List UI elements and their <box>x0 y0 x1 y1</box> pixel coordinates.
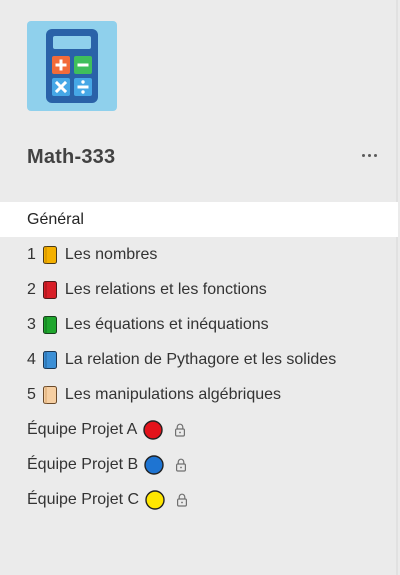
channel-equipe-projet-b[interactable]: Équipe Projet B <box>0 447 398 482</box>
channel-label: Équipe Projet A <box>27 420 138 438</box>
channel-number: 5 <box>27 385 36 403</box>
channel-label: Équipe Projet B <box>27 455 139 473</box>
book-icon <box>42 245 57 264</box>
channel-label: La relation de Pythagore et les solides <box>64 350 337 368</box>
channel-general[interactable]: Général <box>0 202 398 237</box>
channel-les-nombres[interactable]: 1 Les nombres <box>0 237 398 272</box>
red-circle-icon <box>143 419 163 440</box>
channel-label: Les relations et les fonctions <box>64 280 267 298</box>
channel-number: 1 <box>27 245 36 263</box>
channel-label: Les manipulations algébriques <box>64 385 282 403</box>
channel-equipe-projet-c[interactable]: Équipe Projet C <box>0 482 398 517</box>
yellow-circle-icon <box>145 489 165 510</box>
channel-equipe-projet-a[interactable]: Équipe Projet A <box>0 412 398 447</box>
more-dot <box>367 153 371 157</box>
channel-label: Équipe Projet C <box>27 490 140 508</box>
book-icon <box>42 385 57 404</box>
team-name: Math-333 <box>27 146 116 168</box>
team-channel-panel: Math-333 Général 1 Les nombres 2 Les rel… <box>0 0 398 575</box>
channel-list: Général 1 Les nombres 2 Les relations et… <box>0 202 398 517</box>
channel-label: Général <box>27 210 84 228</box>
channel-label: Les équations et inéquations <box>64 315 269 333</box>
channel-number: 4 <box>27 350 36 368</box>
book-icon <box>42 315 57 334</box>
channel-label: Les nombres <box>64 245 158 263</box>
lock-icon <box>175 423 186 437</box>
channel-pythagore-solides[interactable]: 4 La relation de Pythagore et les solide… <box>0 342 398 377</box>
channel-manipulations-algebriques[interactable]: 5 Les manipulations algébriques <box>0 377 398 412</box>
channel-number: 2 <box>27 280 36 298</box>
channel-relations-fonctions[interactable]: 2 Les relations et les fonctions <box>0 272 398 307</box>
channel-number: 3 <box>27 315 36 333</box>
book-icon <box>42 280 57 299</box>
book-icon <box>42 350 57 369</box>
more-options-button[interactable] <box>357 143 381 167</box>
channel-equations-inequations[interactable]: 3 Les équations et inéquations <box>0 307 398 342</box>
lock-icon <box>176 458 187 472</box>
more-dot <box>373 153 377 157</box>
more-dot <box>361 153 365 157</box>
team-avatar[interactable] <box>27 21 117 111</box>
lock-icon <box>177 493 188 507</box>
blue-circle-icon <box>144 454 164 475</box>
calculator-icon <box>46 29 98 103</box>
